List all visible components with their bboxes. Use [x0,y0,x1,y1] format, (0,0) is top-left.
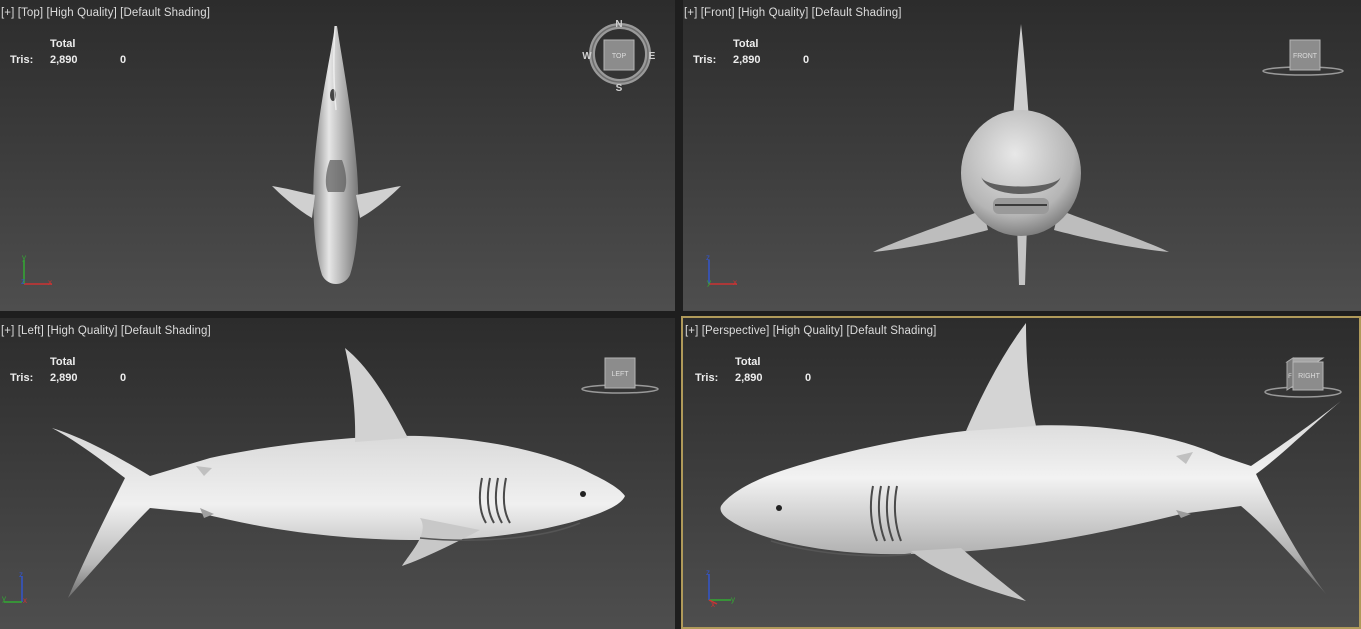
compass-north: N [615,19,622,30]
compass-ring-icon[interactable]: TOP N S E W [582,16,658,94]
shark-left-view [52,348,625,598]
axis-tripod-icon: z y x [2,570,27,605]
viewport-front[interactable]: [+] [Front] [High Quality] [Default Shad… [683,0,1361,311]
axis-label-z: z [706,253,710,262]
viewcube-face-label[interactable]: TOP [612,53,627,60]
viewport-left[interactable]: [+] [Left] [High Quality] [Default Shadi… [0,318,675,629]
viewcube[interactable]: F RIGHT [1261,356,1345,400]
viewport-top[interactable]: [+] [Top] [High Quality] [Default Shadin… [0,0,675,311]
compass-east: E [649,51,656,62]
viewport-perspective[interactable]: [+] [Perspective] [High Quality] [Defaul… [681,316,1361,629]
compass-west: W [582,51,592,62]
axis-tripod-icon: z x y [706,253,737,287]
shark-front-view [873,24,1169,285]
viewcube-compass[interactable]: TOP N S E W [582,16,658,94]
viewcube-face-label[interactable]: LEFT [611,371,629,378]
shark-top-view [272,25,401,284]
axis-tripod-icon: y x z [21,253,52,287]
viewcube-icon[interactable]: F RIGHT [1261,356,1345,400]
axis-tripod-icon: z y x [706,568,735,608]
axis-label-x: x [711,600,715,608]
viewcube-face-label[interactable]: RIGHT [1298,373,1321,380]
axis-label-y: y [707,278,711,287]
axis-label-z: z [706,568,710,577]
viewcube[interactable]: LEFT [580,356,660,396]
shark-perspective-view [720,323,1341,601]
viewcube-side-label[interactable]: F [1288,374,1292,380]
axis-label-y: y [22,253,26,262]
viewcube[interactable]: FRONT [1261,38,1345,78]
viewcube-face-label[interactable]: FRONT [1293,53,1318,60]
axis-label-y: y [2,594,6,603]
axis-label-x: x [733,278,737,287]
axis-label-z: z [21,277,25,286]
axis-label-x: x [48,278,52,287]
axis-label-z: z [19,570,23,579]
axis-label-y: y [731,595,735,604]
axis-label-x: x [23,596,27,605]
compass-south: S [616,83,623,92]
viewcube-icon[interactable]: LEFT [580,356,660,396]
viewcube-icon[interactable]: FRONT [1261,38,1345,78]
